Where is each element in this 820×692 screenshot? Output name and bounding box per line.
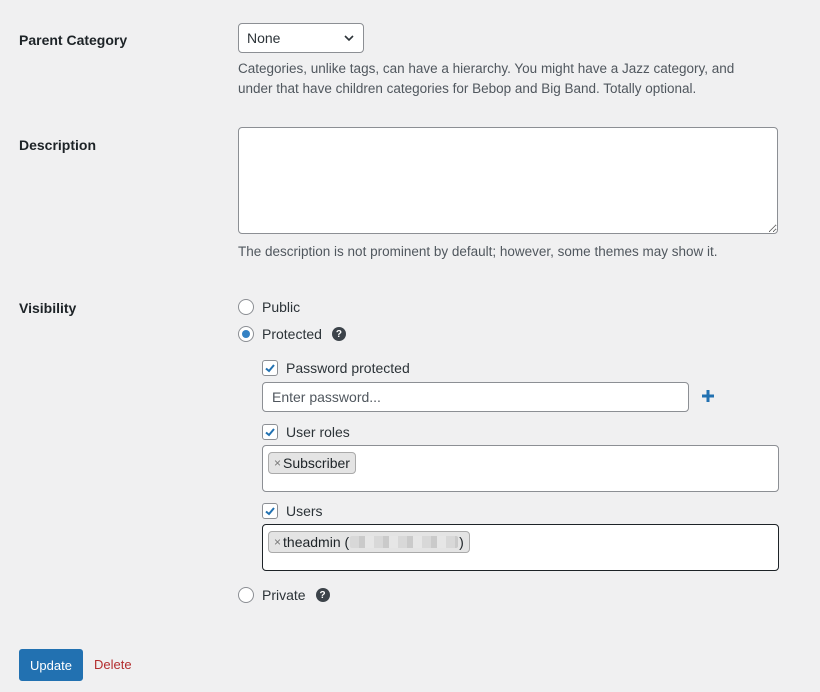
public-radio[interactable] bbox=[238, 299, 254, 315]
visibility-label: Visibility bbox=[19, 300, 77, 316]
user-roles-option[interactable]: User roles bbox=[262, 424, 350, 440]
visibility-protected-option[interactable]: Protected ? bbox=[238, 326, 346, 342]
description-label: Description bbox=[19, 137, 97, 153]
role-tag-label: Subscriber bbox=[283, 455, 350, 471]
visibility-public-option[interactable]: Public bbox=[238, 299, 300, 315]
visibility-private-option[interactable]: Private ? bbox=[238, 587, 330, 603]
parent-category-label: Parent Category bbox=[19, 32, 128, 48]
private-radio[interactable] bbox=[238, 587, 254, 603]
question-help-icon[interactable]: ? bbox=[331, 327, 346, 341]
user-tag-name: theadmin ( bbox=[283, 534, 350, 550]
protected-radio[interactable] bbox=[238, 326, 254, 342]
password-protected-label: Password protected bbox=[286, 360, 410, 376]
redacted-email bbox=[350, 536, 459, 548]
chevron-down-icon bbox=[344, 35, 354, 42]
remove-tag-icon[interactable]: × bbox=[274, 456, 281, 470]
checkmark-icon bbox=[265, 364, 275, 373]
parent-category-value: None bbox=[247, 30, 281, 46]
user-tag: × theadmin ( ) bbox=[268, 531, 470, 553]
checkmark-icon bbox=[265, 507, 275, 516]
password-protected-option[interactable]: Password protected bbox=[262, 360, 410, 376]
parent-category-select[interactable]: None bbox=[238, 23, 364, 53]
protected-label: Protected bbox=[262, 326, 322, 342]
remove-tag-icon[interactable]: × bbox=[274, 535, 281, 549]
user-tag-close: ) bbox=[459, 534, 464, 550]
description-textarea[interactable] bbox=[238, 127, 778, 234]
private-label: Private bbox=[262, 587, 306, 603]
parent-category-help: Categories, unlike tags, can have a hier… bbox=[238, 61, 735, 96]
users-label: Users bbox=[286, 503, 323, 519]
users-option[interactable]: Users bbox=[262, 503, 323, 519]
update-button[interactable]: Update bbox=[19, 649, 83, 681]
users-select[interactable]: × theadmin ( ) bbox=[262, 524, 779, 571]
user-roles-checkbox[interactable] bbox=[262, 424, 278, 440]
password-input[interactable] bbox=[262, 382, 689, 412]
public-label: Public bbox=[262, 299, 301, 315]
checkmark-icon bbox=[265, 428, 275, 437]
user-roles-select[interactable]: × Subscriber bbox=[262, 445, 779, 492]
question-help-icon[interactable]: ? bbox=[315, 588, 330, 602]
delete-link[interactable]: Delete bbox=[94, 657, 132, 672]
role-tag: × Subscriber bbox=[268, 452, 356, 474]
plus-icon[interactable] bbox=[700, 388, 716, 404]
user-roles-label: User roles bbox=[286, 424, 350, 440]
users-checkbox[interactable] bbox=[262, 503, 278, 519]
password-protected-checkbox[interactable] bbox=[262, 360, 278, 376]
description-help: The description is not prominent by defa… bbox=[238, 244, 718, 259]
